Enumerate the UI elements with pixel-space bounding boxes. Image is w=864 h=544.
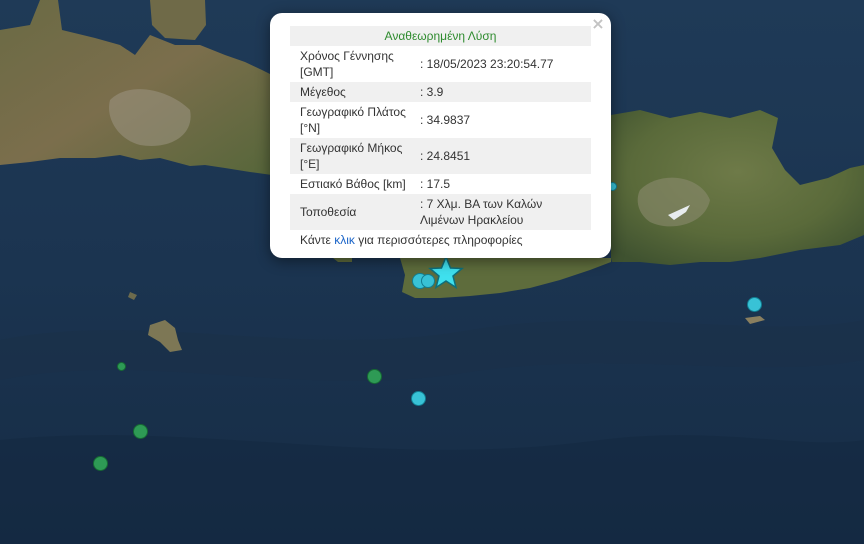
more-info-suffix: για περισσότερες πληροφορίες	[354, 233, 523, 247]
more-info-prefix: Κάντε	[300, 233, 335, 247]
earthquake-marker[interactable]	[367, 369, 382, 384]
earthquake-marker[interactable]	[747, 297, 762, 312]
earthquake-marker[interactable]	[117, 362, 126, 371]
depth-value: : 17.5	[420, 177, 451, 191]
longitude-label: Γεωγραφικό Μήκος [°E]	[290, 138, 416, 174]
depth-label: Εστιακό Βάθος [km]	[300, 177, 406, 191]
earthquake-marker[interactable]	[411, 391, 426, 406]
longitude-value: : 24.8451	[416, 138, 591, 174]
earthquake-info-table: Αναθεωρημένη Λύση Χρόνος Γέννησης [GMT] …	[290, 26, 591, 230]
magnitude-value: : 3.9	[416, 82, 591, 102]
more-info-line: Κάντε κλικ για περισσότερες πληροφορίες	[290, 230, 591, 247]
origin-time-label: Χρόνος Γέννησης [GMT]	[300, 49, 394, 79]
latitude-label: Γεωγραφικό Πλάτος [°N]	[300, 105, 406, 135]
latitude-value: : 34.9837	[420, 113, 471, 127]
earthquake-marker[interactable]	[93, 456, 108, 471]
location-value: : 7 Χλμ. ΒΑ των Καλών Λιμένων Ηρακλείου	[416, 194, 591, 230]
magnitude-label: Μέγεθος	[290, 82, 416, 102]
origin-time-value: : 18/05/2023 23:20:54.77	[420, 57, 554, 71]
popup-heading: Αναθεωρημένη Λύση	[290, 26, 591, 46]
more-info-link[interactable]: κλικ	[334, 233, 355, 247]
location-label: Τοποθεσία	[290, 194, 416, 230]
earthquake-marker[interactable]	[133, 424, 148, 439]
close-icon[interactable]: ×	[589, 15, 607, 33]
star-icon[interactable]	[428, 255, 464, 291]
earthquake-info-popup: × Αναθεωρημένη Λύση Χρόνος Γέννησης [GMT…	[270, 13, 611, 258]
sea-ridge	[0, 435, 864, 544]
